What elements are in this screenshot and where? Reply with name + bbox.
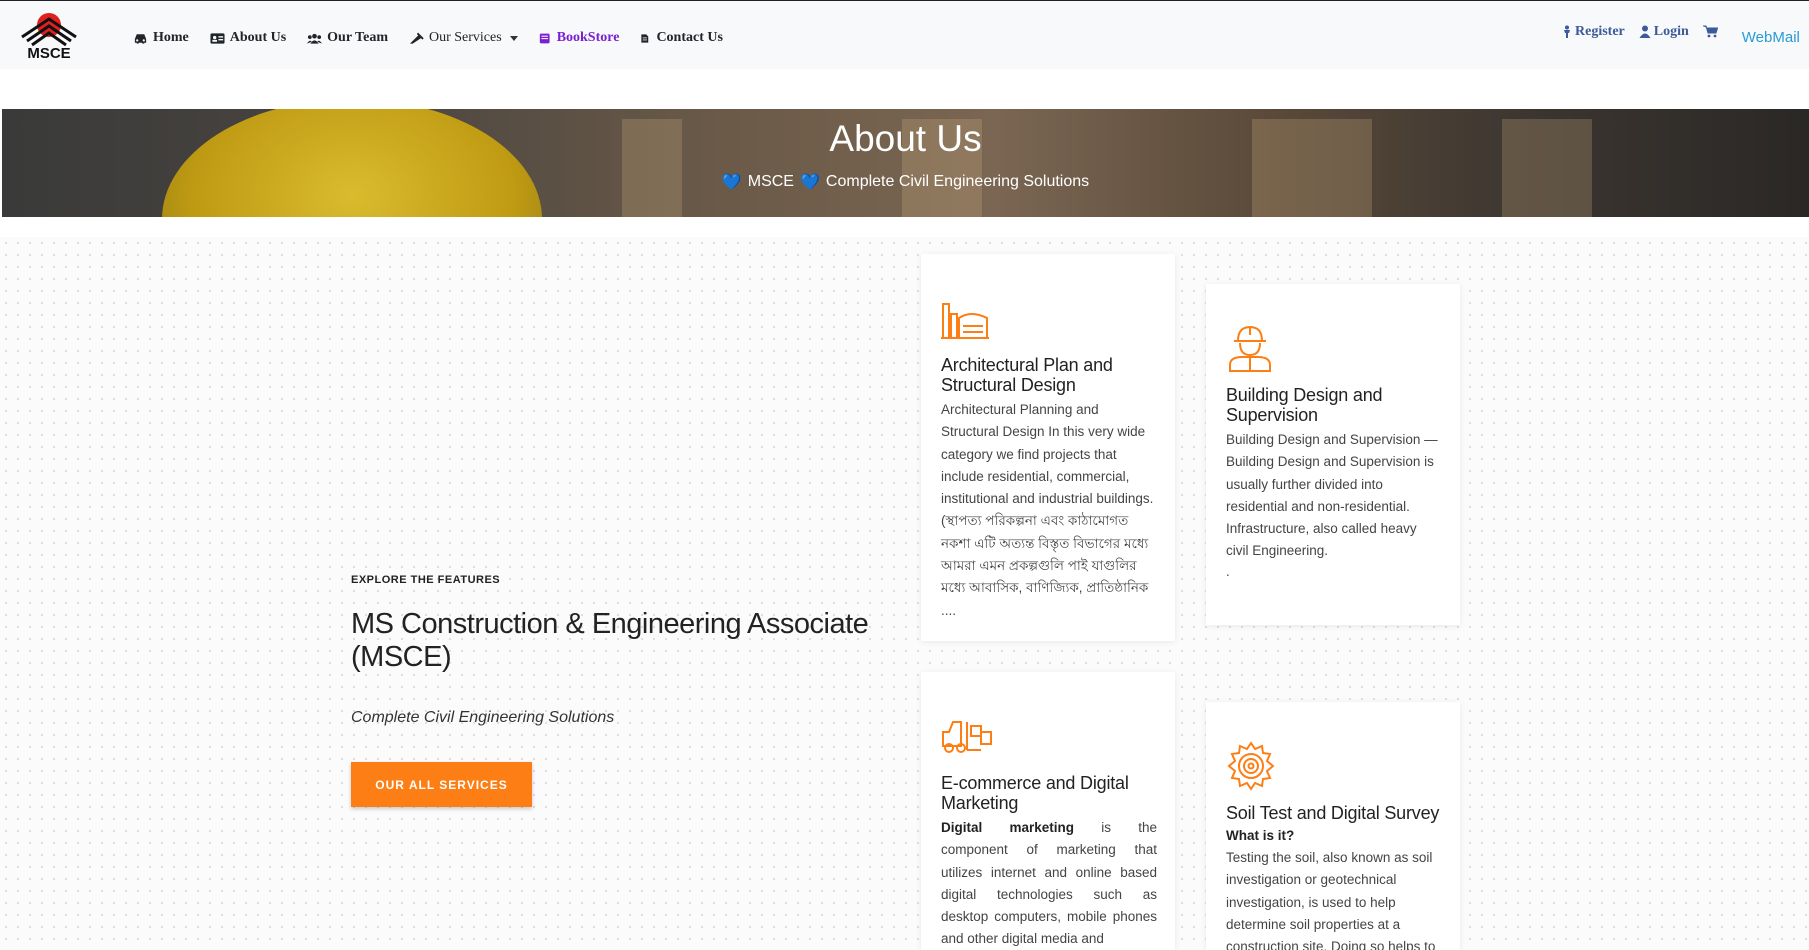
gear-icon [1227,741,1275,791]
nav-our-services-dropdown[interactable]: Our Services [409,30,518,46]
service-card-digital-marketing[interactable]: E-commerce and Digital Marketing Digital… [921,672,1175,950]
card-title: E-commerce and Digital Marketing [941,773,1129,813]
banner-brand: MSCE [747,173,794,190]
main-nav: Home About Us Our Team Our Services Book… [133,30,744,46]
card-body: Building Design and Supervision — Buildi… [1226,432,1438,559]
section-eyebrow: EXPLORE THE FEATURES [351,574,501,586]
tools-icon [409,32,424,44]
nav-about-us[interactable]: About Us [210,30,286,46]
nav-our-team-label: Our Team [327,30,388,45]
msce-logo[interactable]: MSCE [18,7,80,63]
login-label: Login [1653,23,1689,39]
register-label: Register [1575,23,1625,39]
nav-bookstore-label: BookStore [556,30,620,45]
login-link[interactable]: Login [1639,24,1689,40]
nav-our-services-label: Our Services [428,30,502,45]
file-icon [641,33,649,43]
banner-subtitle: 💙 MSCE 💙 Complete Civil Engineering Solu… [2,172,1809,192]
our-all-services-button[interactable]: OUR ALL SERVICES [351,762,532,807]
nav-our-team[interactable]: Our Team [307,30,388,46]
book-icon [539,33,550,43]
about-us-banner: About Us 💙 MSCE 💙 Complete Civil Enginee… [2,109,1809,217]
nav-bookstore[interactable]: BookStore [539,30,620,46]
card-title: Architectural Plan and Structural Design [941,355,1113,395]
user-icon [1639,25,1651,38]
page-title: About Us [829,118,982,159]
users-icon [307,33,323,44]
company-title: MS Construction & Engineering Associate … [351,608,869,673]
card-title: Soil Test and Digital Survey [1226,803,1440,823]
account-nav: Register Login WebMail [1562,17,1800,46]
top-navbar: MSCE Home About Us Our Team Our Services… [0,0,1809,69]
heart-icon: 💙 [799,174,820,191]
banner-subtitle-text: Complete Civil Engineering Solutions [825,173,1090,190]
chevron-down-icon [509,35,518,41]
nav-contact-us-label: Contact Us [656,30,723,45]
card-title: Building Design and Supervision [1226,385,1383,425]
card-body-text: is the component of marketing that utili… [941,820,1157,947]
factory-icon [941,303,989,339]
card-body: Architectural Planning and Structural De… [941,402,1154,618]
service-card-building[interactable]: Building Design and Supervision Building… [1206,284,1460,625]
heart-icon: 💙 [721,174,742,191]
forklift-icon [942,721,992,753]
nav-about-us-label: About Us [229,30,287,45]
company-tagline: Complete Civil Engineering Solutions [351,709,615,726]
register-link[interactable]: Register [1562,24,1625,40]
features-section [0,237,1809,950]
service-card-soil-test[interactable]: Soil Test and Digital Survey What is it?… [1206,702,1460,950]
card-body-bold: Digital marketing [941,820,1075,835]
engineer-worker-icon [1229,325,1271,372]
nav-contact-us[interactable]: Contact Us [640,30,723,46]
user-plus-icon [1564,25,1570,38]
car-icon [134,33,147,44]
svg-text:MSCE: MSCE [27,45,70,62]
service-card-architectural[interactable]: Architectural Plan and Structural Design… [921,254,1175,641]
nav-home[interactable]: Home [133,30,189,46]
nav-home-label: Home [153,30,189,45]
card-body-extra: . [1226,564,1230,579]
webmail-link[interactable]: WebMail [1742,29,1800,46]
id-card-icon [210,32,225,44]
card-body: Digital marketing is the component of ma… [941,817,1157,950]
card-body: Testing the soil, also known as soil inv… [1226,850,1436,950]
cart-icon [1702,25,1718,38]
cart-link[interactable] [1702,25,1718,38]
card-subheading: What is it? [1226,828,1295,843]
